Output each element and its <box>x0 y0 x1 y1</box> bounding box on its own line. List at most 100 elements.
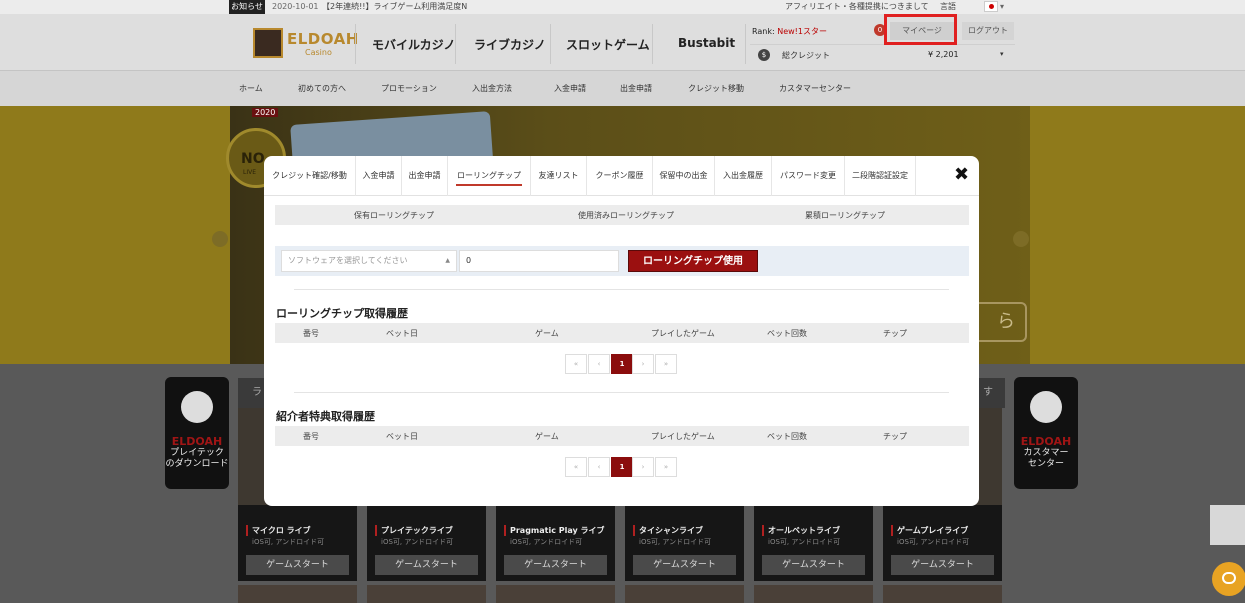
section-rolling-history-title: ローリングチップ取得履歴 <box>276 307 408 320</box>
credit-caret-icon[interactable]: ▾ <box>1000 50 1004 58</box>
game-name: オールベットライブ <box>762 525 840 536</box>
pager-last[interactable]: » <box>655 354 677 374</box>
pager-next[interactable]: › <box>632 354 654 374</box>
subnav-beginners[interactable]: 初めての方へ <box>298 83 346 94</box>
game-name: ゲームプレイライブ <box>891 525 968 536</box>
subnav-deposit-request[interactable]: 入金申請 <box>554 83 586 94</box>
pager-prev[interactable]: ‹ <box>588 457 610 477</box>
col-game: ゲーム <box>535 432 559 441</box>
mypage-highlight-box <box>884 14 957 45</box>
tab-credit-transfer[interactable]: クレジット確認/移動 <box>264 156 356 196</box>
carousel-next-icon[interactable] <box>1013 231 1029 247</box>
mypage-modal: クレジット確認/移動 入金申請 出金申請 ローリングチップ 友達リスト クーポン… <box>264 156 979 506</box>
subnav-credit-transfer[interactable]: クレジット移動 <box>688 83 744 94</box>
credit-row[interactable]: $ 総クレジット ¥ 2,201 ▾ <box>750 44 1015 64</box>
logo-sub: Casino <box>305 48 332 57</box>
pager-prev[interactable]: ‹ <box>588 354 610 374</box>
tab-coupon-history[interactable]: クーポン履歴 <box>587 156 653 196</box>
nav-bustabit[interactable]: Bustabit <box>678 36 735 50</box>
col-chip: チップ <box>883 432 907 441</box>
pager-first[interactable]: « <box>565 354 587 374</box>
pager-first[interactable]: « <box>565 457 587 477</box>
game-start-button[interactable]: ゲームスタート <box>891 555 994 575</box>
language-caret-icon[interactable]: ▾ <box>1000 0 1004 14</box>
language-label[interactable]: 言語 <box>940 0 956 14</box>
col-bet-count: ベット回数 <box>767 329 807 338</box>
pagination: « ‹ 1 › » <box>565 457 677 477</box>
col-played-game: プレイしたゲーム <box>651 329 715 338</box>
tab-rolling-chip[interactable]: ローリングチップ <box>448 156 531 196</box>
notice-tag[interactable]: お知らせ <box>229 0 265 14</box>
logout-button[interactable]: ログアウト <box>962 22 1014 40</box>
tab-deposit[interactable]: 入金申請 <box>356 156 402 196</box>
carousel-prev-icon[interactable] <box>212 231 228 247</box>
tab-transaction-history[interactable]: 入出金履歴 <box>715 156 772 196</box>
nav-live-casino[interactable]: ライブカジノ <box>474 36 546 53</box>
pager-next[interactable]: › <box>632 457 654 477</box>
subnav-home[interactable]: ホーム <box>239 83 263 94</box>
download-icon <box>181 391 213 423</box>
support-card-desc: カスタマー センター <box>1023 448 1069 469</box>
coin-icon: $ <box>758 49 770 61</box>
game-card: タイシャンライブ iOS可, アンドロイド可 ゲームスタート <box>625 505 744 581</box>
games-tab-right[interactable]: す <box>975 378 1005 408</box>
game-card: Pragmatic Play ライブ iOS可, アンドロイド可 ゲームスタート <box>496 505 615 581</box>
tab-friend-list[interactable]: 友達リスト <box>531 156 587 196</box>
pager-current[interactable]: 1 <box>611 354 633 374</box>
logo-mark-icon <box>253 28 283 58</box>
pager-last[interactable]: » <box>655 457 677 477</box>
game-name: プレイテックライブ <box>375 525 453 536</box>
sub-navigation: ホーム 初めての方へ プロモーション 入出金方法 入金申請 出金申請 クレジット… <box>0 70 1245 106</box>
software-select[interactable]: ソフトウェアを選択してください ▲ <box>281 250 457 272</box>
download-card-brand: ELDOAH <box>171 435 223 448</box>
nav-mobile-casino[interactable]: モバイルカジノ <box>372 36 455 53</box>
notice-date: 2020-10-01 <box>272 2 319 11</box>
support-card[interactable]: ELDOAH カスタマー センター <box>1014 377 1078 489</box>
col-bet-count: ベット回数 <box>767 432 807 441</box>
used-chip-label: 使用済みローリングチップ <box>578 211 674 220</box>
section-referral-history-title: 紹介者特典取得履歴 <box>276 410 375 423</box>
game-start-button[interactable]: ゲームスタート <box>375 555 478 575</box>
game-compat: iOS可, アンドロイド可 <box>897 538 970 546</box>
tab-two-factor[interactable]: 二段階認証設定 <box>845 156 916 196</box>
col-chip: チップ <box>883 329 907 338</box>
game-start-button[interactable]: ゲームスタート <box>504 555 607 575</box>
credit-value: ¥ 2,201 <box>928 50 959 59</box>
game-card: マイクロ ライブ iOS可, アンドロイド可 ゲームスタート <box>238 505 357 581</box>
game-name: マイクロ ライブ <box>246 525 311 536</box>
pager-current[interactable]: 1 <box>611 457 633 477</box>
subnav-withdraw-request[interactable]: 出金申請 <box>620 83 652 94</box>
game-start-button[interactable]: ゲームスタート <box>633 555 736 575</box>
subnav-promotions[interactable]: プロモーション <box>381 83 437 94</box>
tab-password-change[interactable]: パスワード変更 <box>772 156 845 196</box>
chip-summary-bar: 保有ローリングチップ 使用済みローリングチップ 累積ローリングチップ <box>275 205 969 225</box>
recaptcha-badge-icon[interactable] <box>1210 505 1245 545</box>
game-start-button[interactable]: ゲームスタート <box>246 555 349 575</box>
subnav-payment-methods[interactable]: 入出金方法 <box>472 83 512 94</box>
nav-slot-games[interactable]: スロットゲーム <box>566 36 650 53</box>
chip-amount-input[interactable]: 0 <box>459 250 619 272</box>
notice-text[interactable]: 【2年連続!!】ライブゲーム利用満足度N <box>322 0 467 14</box>
use-rolling-chip-button[interactable]: ローリングチップ使用 <box>628 250 758 272</box>
game-name: Pragmatic Play ライブ <box>504 525 605 536</box>
select-caret-icon: ▲ <box>445 257 450 264</box>
tab-pending-withdraw[interactable]: 保留中の出金 <box>653 156 715 196</box>
col-game: ゲーム <box>535 329 559 338</box>
award-year: 2020 <box>252 108 279 117</box>
chat-icon[interactable] <box>1212 562 1245 596</box>
affiliate-link[interactable]: アフィリエイト・各種提携につきまして <box>785 0 929 14</box>
japan-flag-icon[interactable] <box>984 1 998 12</box>
close-icon[interactable]: ✖ <box>954 166 969 184</box>
site-logo[interactable]: ELDOAH Casino <box>253 28 358 60</box>
download-card-desc: プレイテック のダウンロード <box>165 448 229 469</box>
game-card: オールベットライブ iOS可, アンドロイド可 ゲームスタート <box>754 505 873 581</box>
game-card: プレイテックライブ iOS可, アンドロイド可 ゲームスタート <box>367 505 486 581</box>
col-played-game: プレイしたゲーム <box>651 432 715 441</box>
top-notice-bar: お知らせ 2020-10-01 【2年連続!!】ライブゲーム利用満足度N アフィ… <box>0 0 1245 14</box>
game-start-button[interactable]: ゲームスタート <box>762 555 865 575</box>
game-compat: iOS可, アンドロイド可 <box>639 538 712 546</box>
subnav-customer-center[interactable]: カスタマーセンター <box>779 83 851 94</box>
download-card[interactable]: ELDOAH プレイテック のダウンロード <box>165 377 229 489</box>
tab-withdraw[interactable]: 出金申請 <box>402 156 448 196</box>
support-card-brand: ELDOAH <box>1020 435 1072 448</box>
